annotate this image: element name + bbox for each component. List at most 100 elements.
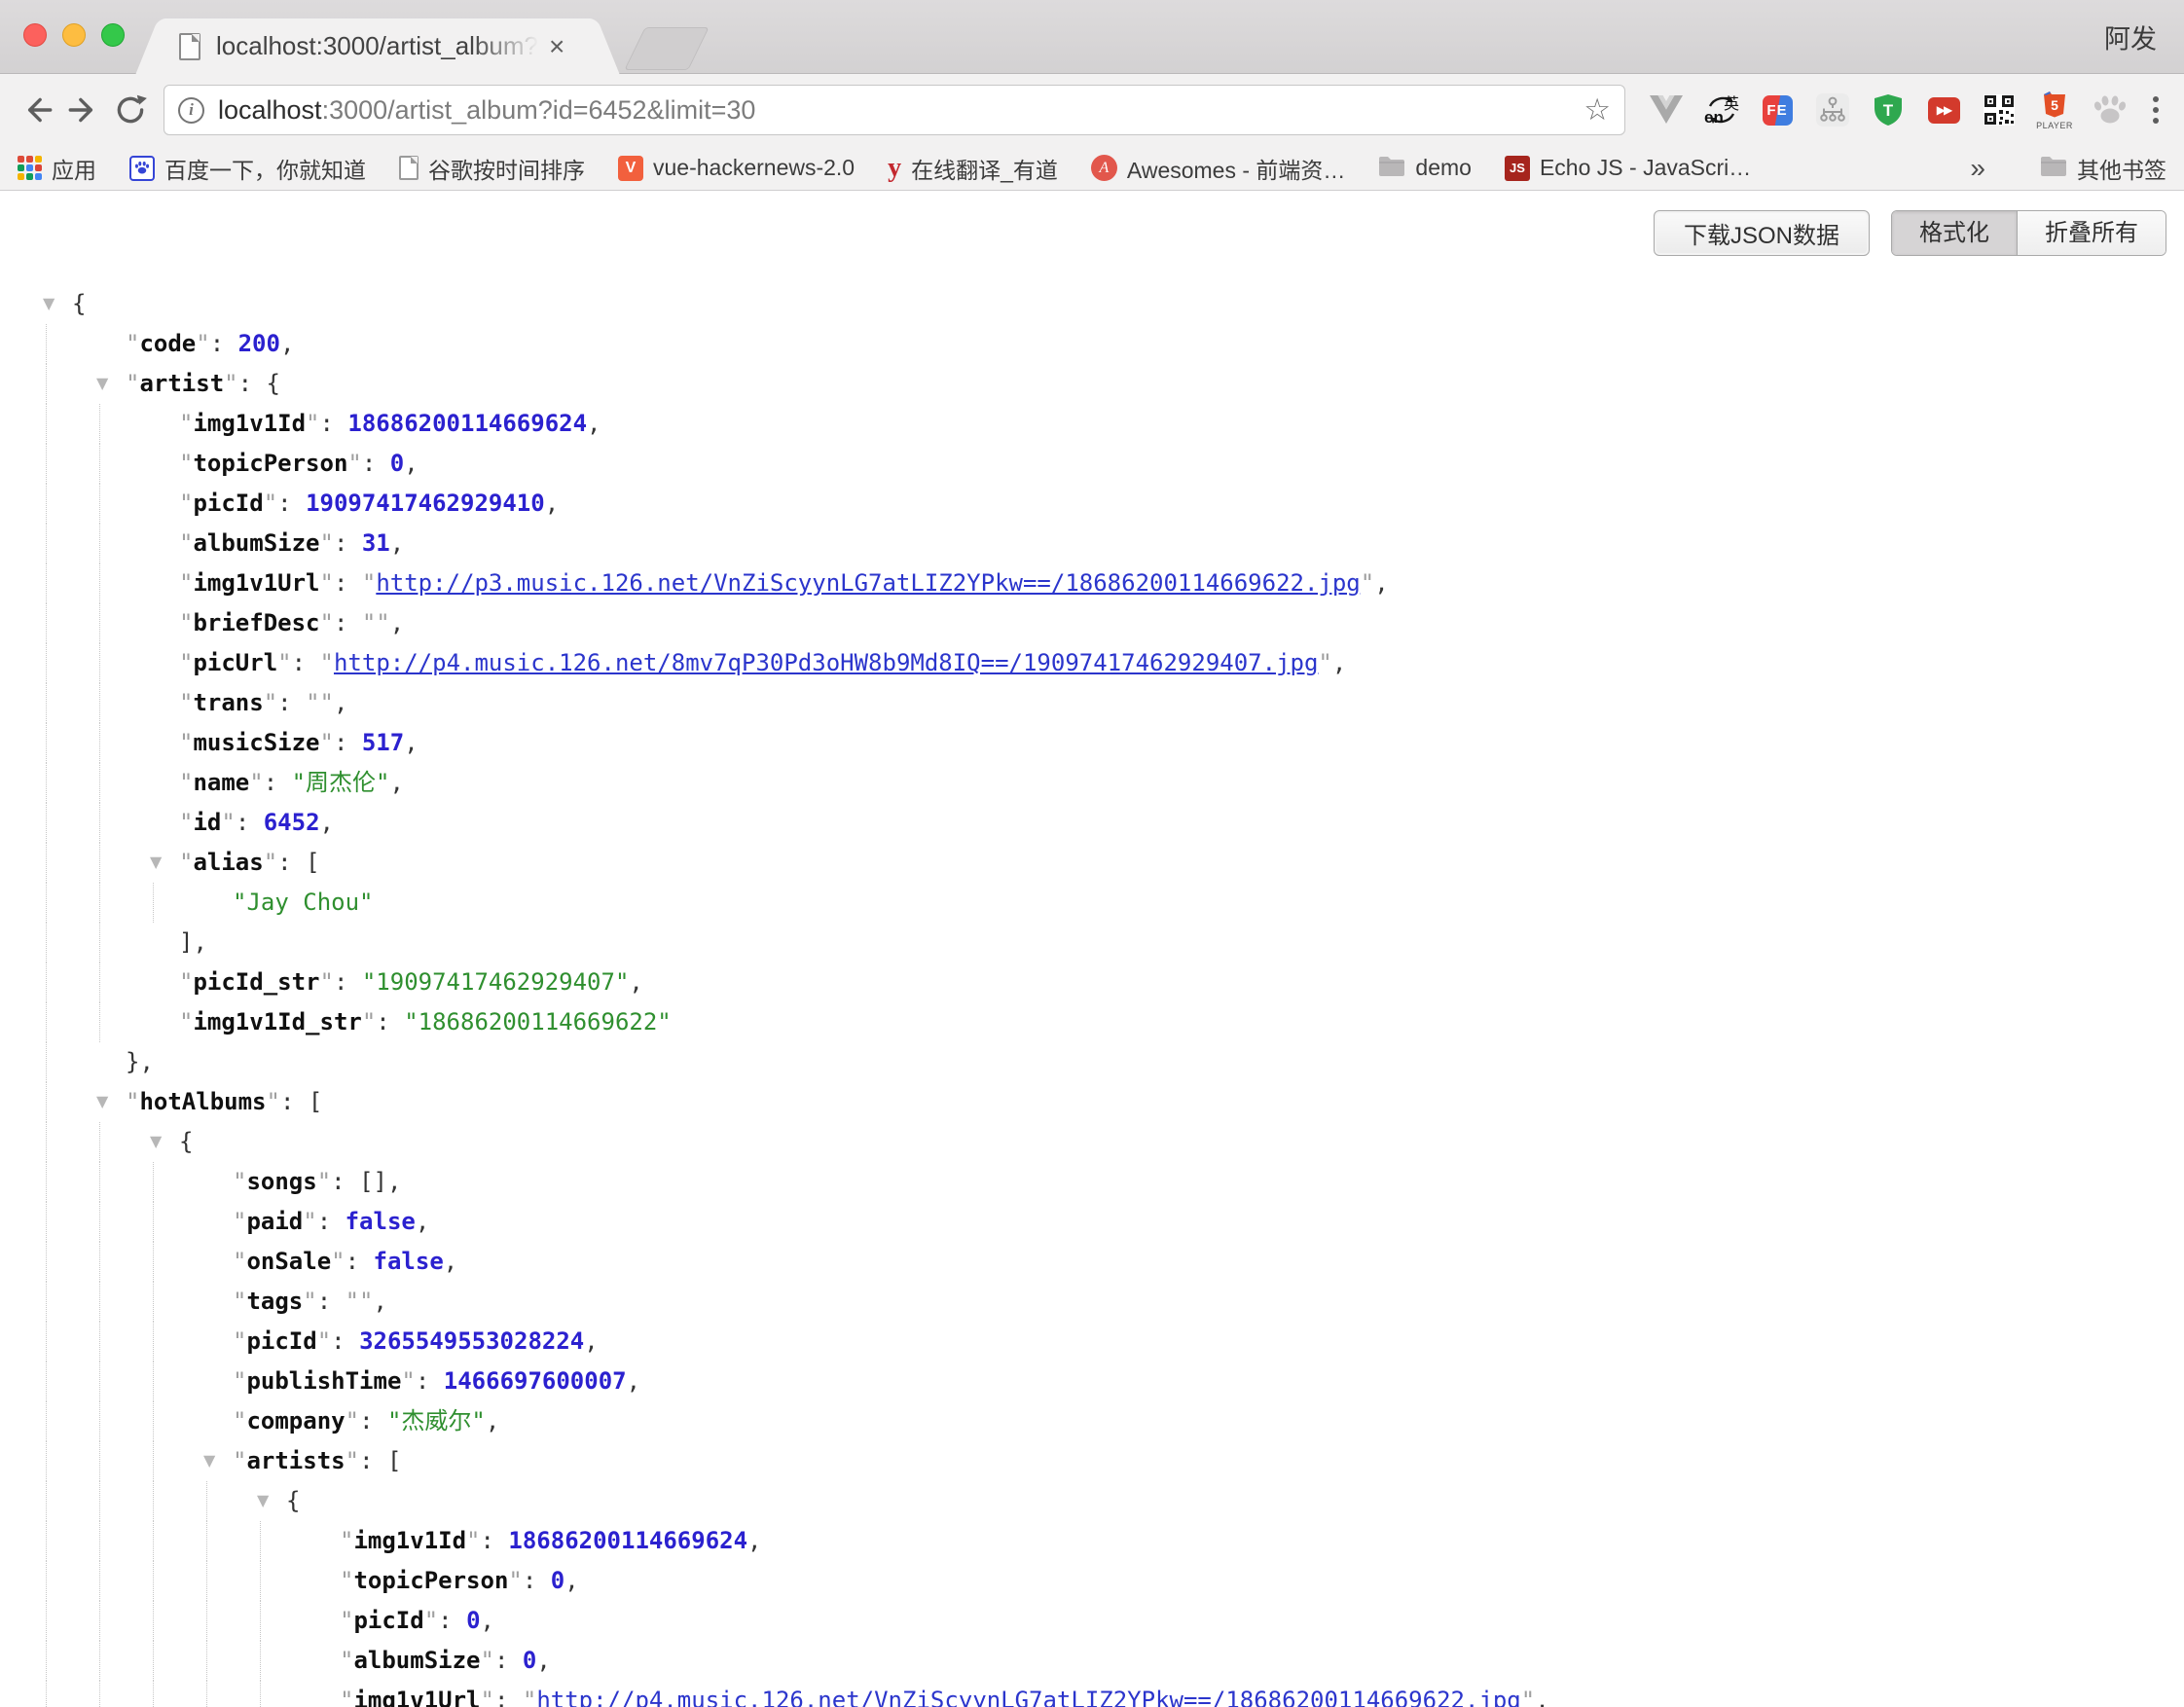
expander-spacer: [309, 1521, 340, 1561]
indent-guide: [47, 1282, 100, 1322]
json-value: 0: [390, 450, 404, 477]
json-line: ▼"artist": {: [0, 364, 2184, 404]
qr-code-icon[interactable]: [1982, 88, 2017, 132]
bookmark-item[interactable]: 百度一下，你就知道: [129, 152, 366, 185]
js-icon: JS: [1505, 156, 1530, 181]
collapse-toggle-icon[interactable]: ▼: [94, 364, 126, 404]
download-json-button[interactable]: 下载JSON数据: [1654, 210, 1870, 256]
bookmark-item[interactable]: 应用: [18, 152, 96, 185]
collapse-toggle-icon[interactable]: ▼: [201, 1441, 233, 1481]
json-tokens: "picId": 19097417462929410,: [179, 484, 559, 524]
indent-guide: [207, 1601, 261, 1641]
extension-icons-row: en英 FE T ▶▶ 5PLAYER: [1649, 88, 2128, 132]
bookmark-label: 应用: [52, 152, 96, 185]
page-content: 下载JSON数据 格式化 折叠所有 ▼{"code": 200,▼"artist…: [0, 191, 2184, 1706]
json-tokens: "alias": [: [179, 843, 320, 883]
forward-button[interactable]: [60, 87, 107, 133]
indent-guide: [154, 1641, 207, 1681]
indent-guide: [47, 1401, 100, 1441]
indent-guide: [47, 603, 100, 643]
zoom-window-button[interactable]: [101, 23, 125, 47]
indent-guide: [154, 1681, 207, 1707]
json-key: onSale: [246, 1248, 331, 1275]
json-bracket: {: [267, 370, 280, 397]
indent-spacer: [0, 284, 41, 324]
bookmark-item[interactable]: A Awesomes - 前端资…: [1091, 152, 1346, 185]
collapse-toggle-icon[interactable]: ▼: [94, 1082, 126, 1122]
json-line: "img1v1Url": "http://p4.music.126.net/Vn…: [0, 1681, 2184, 1707]
translate-icon[interactable]: en英: [1704, 88, 1739, 132]
json-link[interactable]: http://p4.music.126.net/VnZiScyynLG7atLI…: [536, 1687, 1520, 1707]
browser-tab[interactable]: localhost:3000/artist_album?id=6452&limi…: [164, 18, 592, 74]
indent-guide: [207, 1521, 261, 1561]
bookmarks-overflow-icon[interactable]: »: [1970, 153, 1985, 184]
json-value: 0: [523, 1647, 536, 1674]
apps-grid-icon: [18, 156, 42, 180]
json-link[interactable]: http://p4.music.126.net/8mv7qP30Pd3oHW8b…: [334, 649, 1318, 676]
json-key: topicPerson: [193, 450, 347, 477]
reload-button[interactable]: [107, 87, 154, 133]
collapse-toggle-icon[interactable]: ▼: [148, 843, 179, 883]
bookmark-label: Echo JS - JavaScri…: [1540, 155, 1751, 181]
json-key: picId: [353, 1607, 423, 1634]
indent-spacer: [100, 803, 148, 843]
fe-icon[interactable]: FE: [1760, 88, 1795, 132]
collapse-all-button[interactable]: 折叠所有: [2017, 211, 2166, 255]
json-link[interactable]: http://p3.music.126.net/VnZiScyynLG7atLI…: [376, 569, 1360, 597]
indent-spacer: [100, 763, 148, 803]
bookmark-item[interactable]: demo: [1378, 155, 1472, 182]
json-key: picId: [246, 1327, 316, 1355]
other-bookmarks-button[interactable]: 其他书签: [2040, 152, 2166, 185]
minimize-window-button[interactable]: [62, 23, 86, 47]
collapse-toggle-icon[interactable]: ▼: [255, 1481, 286, 1521]
page-info-icon[interactable]: i: [178, 97, 204, 124]
json-key: name: [193, 769, 249, 796]
format-button[interactable]: 格式化: [1892, 211, 2017, 255]
indent-spacer: [100, 603, 148, 643]
indent-guide: [0, 1681, 47, 1707]
json-tokens: {: [179, 1122, 193, 1162]
tampermonkey-icon[interactable]: T: [1871, 88, 1906, 132]
profile-name[interactable]: 阿发: [2104, 18, 2157, 55]
indent-spacer: [100, 843, 148, 883]
sitemap-icon[interactable]: [1815, 88, 1850, 132]
indent-spacer: [207, 1481, 255, 1521]
svg-text:T: T: [1883, 101, 1894, 120]
expander-spacer: [148, 563, 179, 603]
expander-spacer: [201, 1162, 233, 1202]
html5-player-icon[interactable]: 5PLAYER: [2037, 88, 2072, 132]
address-bar[interactable]: i localhost:3000/artist_album?id=6452&li…: [164, 85, 1625, 135]
new-tab-button[interactable]: [624, 27, 709, 70]
json-line: "company": "杰威尔",: [0, 1401, 2184, 1441]
json-line: "img1v1Id_str": "18686200114669622": [0, 1002, 2184, 1042]
close-window-button[interactable]: [23, 23, 47, 47]
json-tokens: {: [286, 1481, 300, 1521]
json-key: alias: [193, 849, 263, 876]
indent-guide: [47, 1322, 100, 1362]
paw-icon[interactable]: [2093, 88, 2128, 132]
bookmark-star-icon[interactable]: ☆: [1583, 92, 1611, 127]
browser-menu-icon[interactable]: [2141, 91, 2170, 129]
indent-spacer: [261, 1601, 309, 1641]
bookmark-label: vue-hackernews-2.0: [653, 155, 855, 181]
json-line: },: [0, 1042, 2184, 1082]
collapse-toggle-icon[interactable]: ▼: [148, 1122, 179, 1162]
indent-guide: [100, 1322, 154, 1362]
indent-guide: [0, 1322, 47, 1362]
indent-guide: [207, 1681, 261, 1707]
json-line: "img1v1Id": 18686200114669624,: [0, 1521, 2184, 1561]
video-download-icon[interactable]: ▶▶: [1926, 88, 1961, 132]
bookmark-item[interactable]: JS Echo JS - JavaScri…: [1505, 155, 1751, 181]
json-key: topicPerson: [353, 1567, 508, 1594]
collapse-toggle-icon[interactable]: ▼: [41, 284, 72, 324]
indent-spacer: [100, 404, 148, 444]
indent-guide: [0, 1401, 47, 1441]
bookmark-item[interactable]: 谷歌按时间排序: [399, 152, 585, 185]
bookmark-item[interactable]: y在线翻译_有道: [888, 152, 1058, 185]
awesomes-icon: A: [1091, 155, 1117, 181]
back-button[interactable]: [14, 87, 60, 133]
vue-devtools-icon[interactable]: [1649, 88, 1684, 132]
tab-close-icon[interactable]: ×: [549, 33, 564, 60]
bookmark-label: Awesomes - 前端资…: [1127, 152, 1346, 185]
bookmark-item[interactable]: Vvue-hackernews-2.0: [618, 155, 855, 181]
